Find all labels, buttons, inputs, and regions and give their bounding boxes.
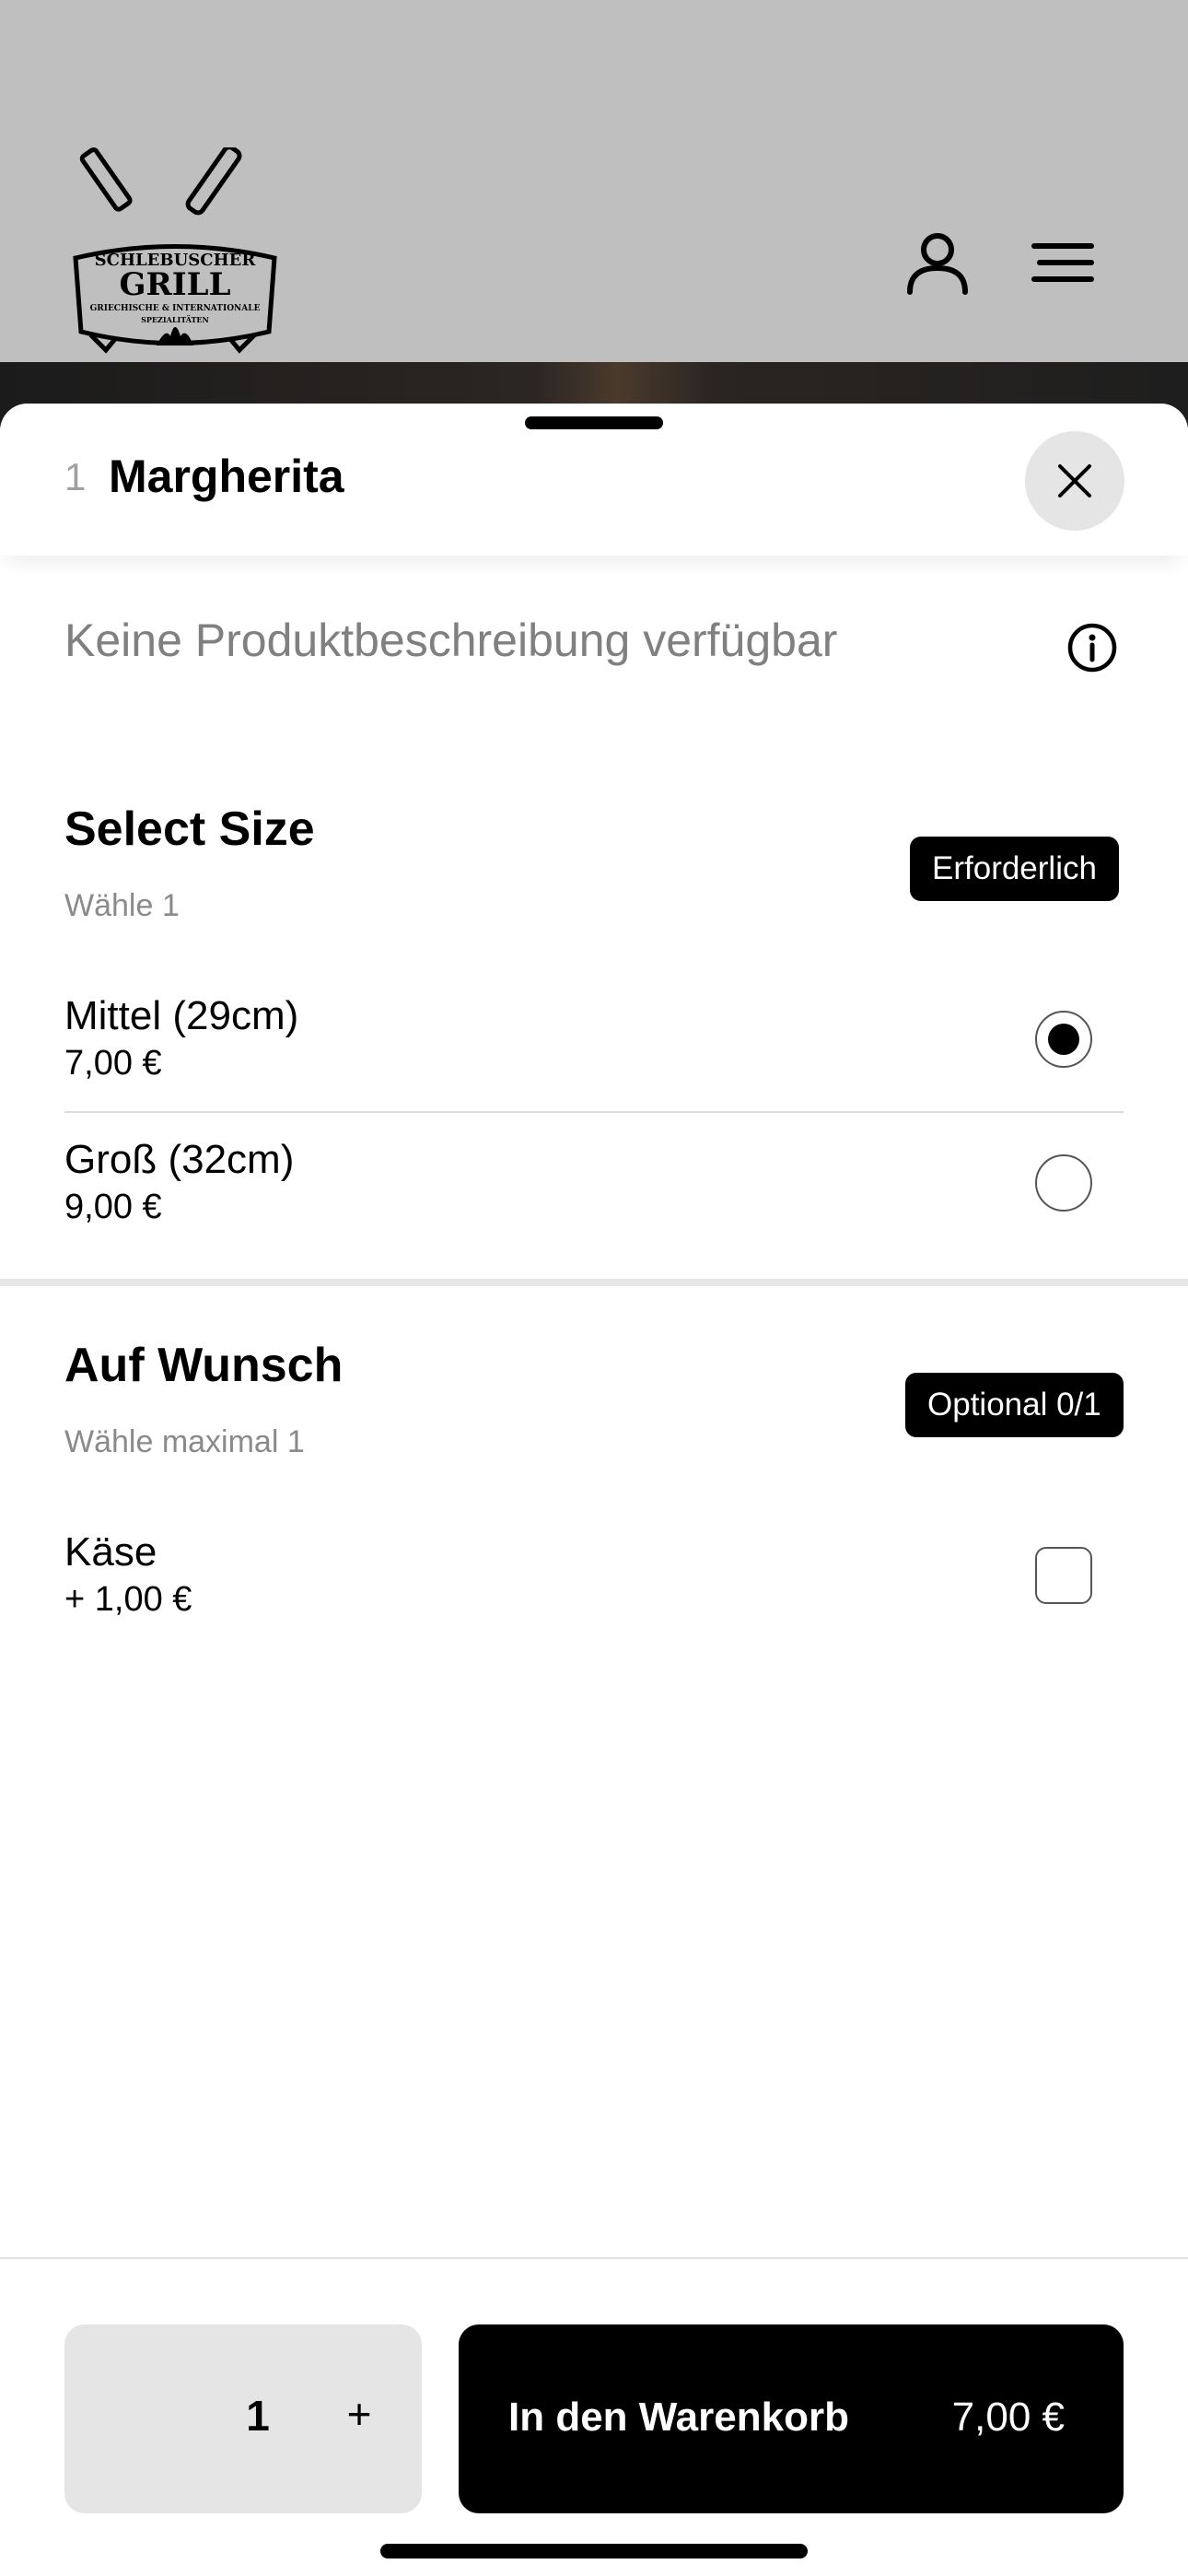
sheet-title-bar: 1 Margherita [0, 404, 1188, 556]
add-to-cart-price: 7,00 € [951, 2395, 1065, 2440]
section-subtitle-extras: Wähle maximal 1 [64, 1424, 305, 1459]
section-title-extras: Auf Wunsch [64, 1339, 344, 1392]
section-divider [0, 1279, 1188, 1286]
close-icon [1058, 464, 1091, 498]
logo-line2: GRILL [119, 266, 230, 303]
home-indicator [380, 2544, 808, 2558]
quantity-plus-button[interactable]: + [332, 2389, 387, 2439]
footer-divider [0, 2257, 1188, 2259]
radio-medium[interactable] [1035, 1011, 1092, 1068]
logo-line4: SPEZIALITÄTEN [141, 315, 209, 324]
optional-badge: Optional 0/1 [905, 1373, 1124, 1437]
option-name-large: Groß (32cm) [64, 1137, 295, 1182]
close-button[interactable] [1025, 431, 1124, 531]
product-title: Margherita [109, 451, 344, 502]
option-price-large: 9,00 € [64, 1188, 162, 1226]
restaurant-logo[interactable]: SCHLEBUSCHER GRILL GRIECHISCHE & INTERNA… [64, 147, 285, 369]
option-name-medium: Mittel (29cm) [64, 993, 299, 1038]
option-price-medium: 7,00 € [64, 1044, 162, 1083]
user-icon[interactable] [901, 226, 974, 299]
option-price-cheese: + 1,00 € [64, 1580, 192, 1619]
product-sheet: 1 Margherita Keine Produktbeschreibung v… [0, 404, 1188, 2576]
required-badge: Erforderlich [910, 837, 1119, 901]
sheet-grabber[interactable] [525, 416, 663, 429]
menu-icon[interactable] [1027, 226, 1101, 299]
product-number: 1 [64, 455, 87, 498]
quantity-value: 1 [246, 2392, 270, 2440]
section-title-size: Select Size [64, 802, 315, 856]
quantity-stepper: 1 + [64, 2324, 422, 2513]
section-subtitle-size: Wähle 1 [64, 888, 180, 923]
radio-large[interactable] [1035, 1154, 1092, 1212]
add-to-cart-label: In den Warenkorb [508, 2395, 849, 2440]
checkbox-cheese[interactable] [1035, 1547, 1092, 1604]
info-icon[interactable] [1066, 622, 1118, 673]
option-name-cheese: Käse [64, 1529, 157, 1575]
add-to-cart-button[interactable]: In den Warenkorb 7,00 € [459, 2324, 1124, 2513]
product-description: Keine Produktbeschreibung verfügbar [64, 615, 838, 666]
logo-line3: GRIECHISCHE & INTERNATIONALE [90, 304, 261, 313]
option-divider [64, 1111, 1124, 1113]
